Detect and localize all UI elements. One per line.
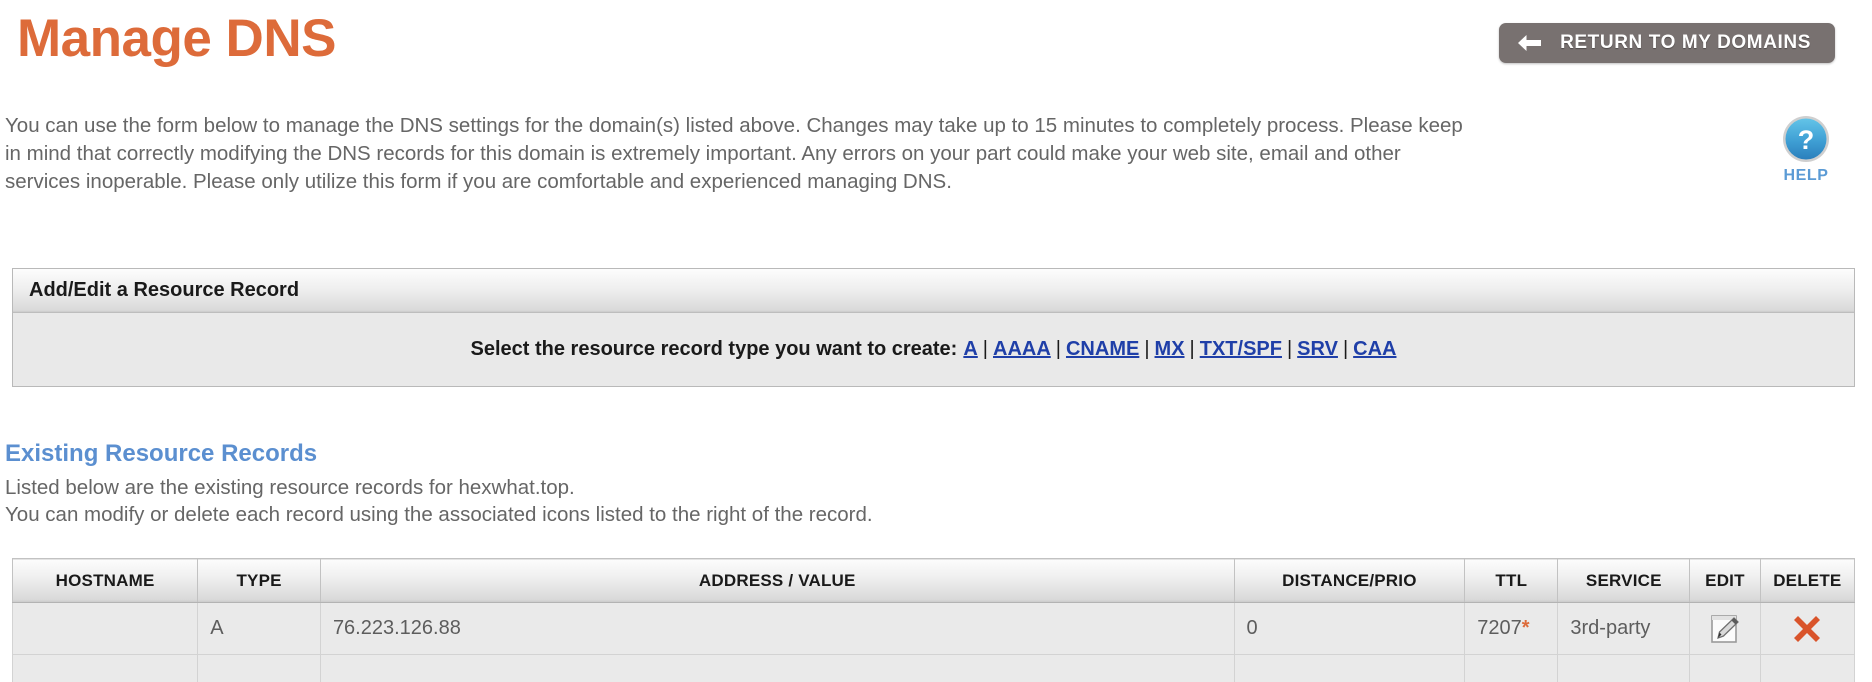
svg-text:?: ?	[1798, 125, 1815, 155]
manage-dns-page: Manage DNS RETURN TO MY DOMAINS You can …	[0, 0, 1872, 682]
add-edit-resource-record-panel: Add/Edit a Resource Record Select the re…	[12, 268, 1855, 387]
record-type-separator: |	[1144, 338, 1150, 360]
records-table-container: HOSTNAME TYPE ADDRESS / VALUE DISTANCE/P…	[11, 558, 1856, 682]
cell-ttl: 7207*	[1464, 602, 1559, 655]
record-type-link-txt-spf[interactable]: TXT/SPF	[1200, 338, 1282, 360]
column-header-service: SERVICE	[1557, 558, 1691, 603]
record-type-separator: |	[1286, 338, 1293, 360]
cell-empty	[1233, 654, 1466, 682]
record-type-link-cname[interactable]: CNAME	[1066, 338, 1139, 360]
cell-type: A	[197, 602, 321, 655]
panel-header-title: Add/Edit a Resource Record	[29, 279, 300, 301]
existing-records-description-line2: You can modify or delete each record usi…	[5, 503, 873, 526]
cell-empty	[1464, 654, 1559, 682]
cell-distance: 0	[1233, 602, 1466, 655]
intro-paragraph: You can use the form below to manage the…	[5, 114, 1463, 193]
edit-pencil-icon[interactable]	[1709, 613, 1741, 645]
ttl-marker: *	[1521, 617, 1530, 639]
record-type-link-aaaa[interactable]: AAAA	[993, 338, 1051, 360]
record-type-link-caa[interactable]: CAA	[1353, 338, 1396, 360]
cell-empty	[197, 654, 321, 682]
record-type-link-srv[interactable]: SRV	[1297, 338, 1338, 360]
page-title: Manage DNS	[17, 9, 336, 68]
record-type-prompt: Select the resource record type you want…	[470, 338, 958, 360]
record-type-link-list: A | AAAA | CNAME | MX | TXT/SPF | SRV | CAA	[963, 338, 1396, 360]
record-type-separator: |	[1189, 338, 1195, 360]
delete-x-icon[interactable]	[1790, 612, 1824, 646]
cell-empty	[11, 654, 199, 682]
record-type-separator: |	[1055, 338, 1061, 360]
cell-hostname	[11, 602, 199, 655]
record-type-selector: Select the resource record type you want…	[471, 338, 1397, 361]
help-label: HELP	[1783, 167, 1829, 184]
cell-empty	[319, 654, 1235, 682]
ttl-value: 7207	[1477, 617, 1522, 639]
cell-delete[interactable]	[1759, 602, 1856, 655]
column-header-edit: EDIT	[1689, 558, 1761, 603]
existing-records-description: Listed below are the existing resource r…	[5, 474, 873, 528]
help-link[interactable]: ? HELP	[1756, 115, 1856, 185]
column-header-distance: DISTANCE/PRIO	[1233, 558, 1466, 603]
question-mark-circle-icon: ?	[1783, 116, 1829, 162]
column-header-delete: DELETE	[1759, 558, 1856, 603]
record-type-separator: |	[982, 338, 988, 360]
record-type-link-a[interactable]: A	[963, 338, 977, 360]
record-type-link-mx[interactable]: MX	[1155, 338, 1185, 360]
page-header: Manage DNS RETURN TO MY DOMAINS	[0, 0, 1872, 98]
cell-empty	[1557, 654, 1691, 682]
record-type-separator: |	[1342, 338, 1349, 360]
column-header-ttl: TTL	[1464, 558, 1559, 603]
cell-value: 76.223.126.88	[319, 602, 1235, 655]
records-table: HOSTNAME TYPE ADDRESS / VALUE DISTANCE/P…	[11, 558, 1856, 682]
panel-body: Select the resource record type you want…	[13, 313, 1854, 386]
cell-empty	[1689, 654, 1761, 682]
column-header-type: TYPE	[197, 558, 321, 603]
existing-records-description-line1: Listed below are the existing resource r…	[5, 476, 575, 499]
table-header-row: HOSTNAME TYPE ADDRESS / VALUE DISTANCE/P…	[11, 558, 1856, 603]
cell-empty	[1759, 654, 1856, 682]
panel-header: Add/Edit a Resource Record	[13, 269, 1854, 313]
return-to-my-domains-button[interactable]: RETURN TO MY DOMAINS	[1499, 23, 1835, 63]
return-button-label: RETURN TO MY DOMAINS	[1560, 32, 1811, 53]
table-row: A 76.223.126.88 0 7207* 3rd-party	[11, 602, 1856, 655]
cell-edit[interactable]	[1689, 602, 1761, 655]
column-header-value: ADDRESS / VALUE	[319, 558, 1235, 603]
arrow-left-icon	[1518, 35, 1542, 51]
column-header-hostname: HOSTNAME	[11, 558, 199, 603]
table-row	[11, 654, 1856, 682]
cell-service: 3rd-party	[1557, 602, 1691, 655]
existing-records-heading: Existing Resource Records	[5, 440, 318, 467]
